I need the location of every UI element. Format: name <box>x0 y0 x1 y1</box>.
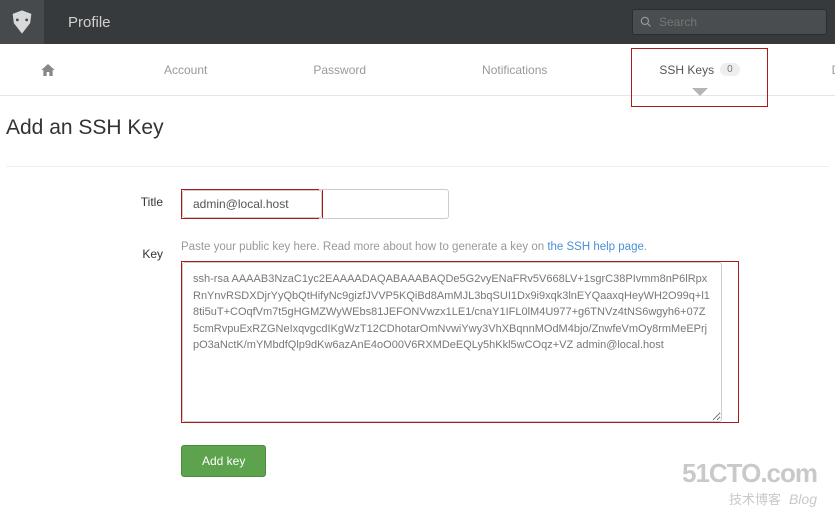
watermark-main: 51CTO.com <box>682 458 817 489</box>
tab-ssh-keys-label: SSH Keys <box>659 63 714 77</box>
title-input[interactable] <box>182 190 322 218</box>
page-title-header: Profile <box>68 14 111 31</box>
fox-icon <box>8 8 36 36</box>
highlight-box: ssh-rsa AAAAB3NzaC1yc2EAAAADAQABAAABAQDe… <box>181 261 739 423</box>
search-input[interactable] <box>632 9 827 35</box>
search-icon <box>640 16 652 28</box>
watermark: 51CTO.com 技术博客Blog <box>682 458 817 508</box>
tab-notifications[interactable]: Notifications <box>454 44 575 95</box>
tab-home[interactable] <box>0 44 96 95</box>
key-textarea[interactable]: ssh-rsa AAAAB3NzaC1yc2EAAAADAQABAAABAQDe… <box>182 262 722 422</box>
row-title: Title <box>6 189 829 219</box>
ssh-keys-count-badge: 0 <box>720 63 740 76</box>
app-logo[interactable] <box>0 0 44 44</box>
title-label: Title <box>6 189 181 219</box>
key-help-text: Paste your public key here. Read more ab… <box>181 241 739 253</box>
home-icon <box>40 62 56 78</box>
key-label: Key <box>6 241 181 423</box>
tab-design[interactable]: Design <box>804 44 835 95</box>
content: Add an SSH Key Title Key Paste your publ… <box>0 96 835 519</box>
row-key: Key Paste your public key here. Read mor… <box>6 241 829 423</box>
tab-password[interactable]: Password <box>285 44 394 95</box>
title-input-extension[interactable] <box>319 189 449 219</box>
add-key-button[interactable]: Add key <box>181 445 266 477</box>
highlight-box <box>181 189 323 219</box>
ssh-help-link[interactable]: the SSH help page <box>547 241 644 253</box>
topbar: Profile <box>0 0 835 44</box>
tab-account[interactable]: Account <box>136 44 235 95</box>
tabs: Account Password Notifications SSH Keys … <box>0 44 835 96</box>
page-heading: Add an SSH Key <box>6 116 829 140</box>
search-wrap <box>632 9 827 35</box>
watermark-sub: 技术博客Blog <box>682 489 817 508</box>
tab-ssh-keys[interactable]: SSH Keys 0 <box>625 44 773 95</box>
divider <box>6 166 829 167</box>
